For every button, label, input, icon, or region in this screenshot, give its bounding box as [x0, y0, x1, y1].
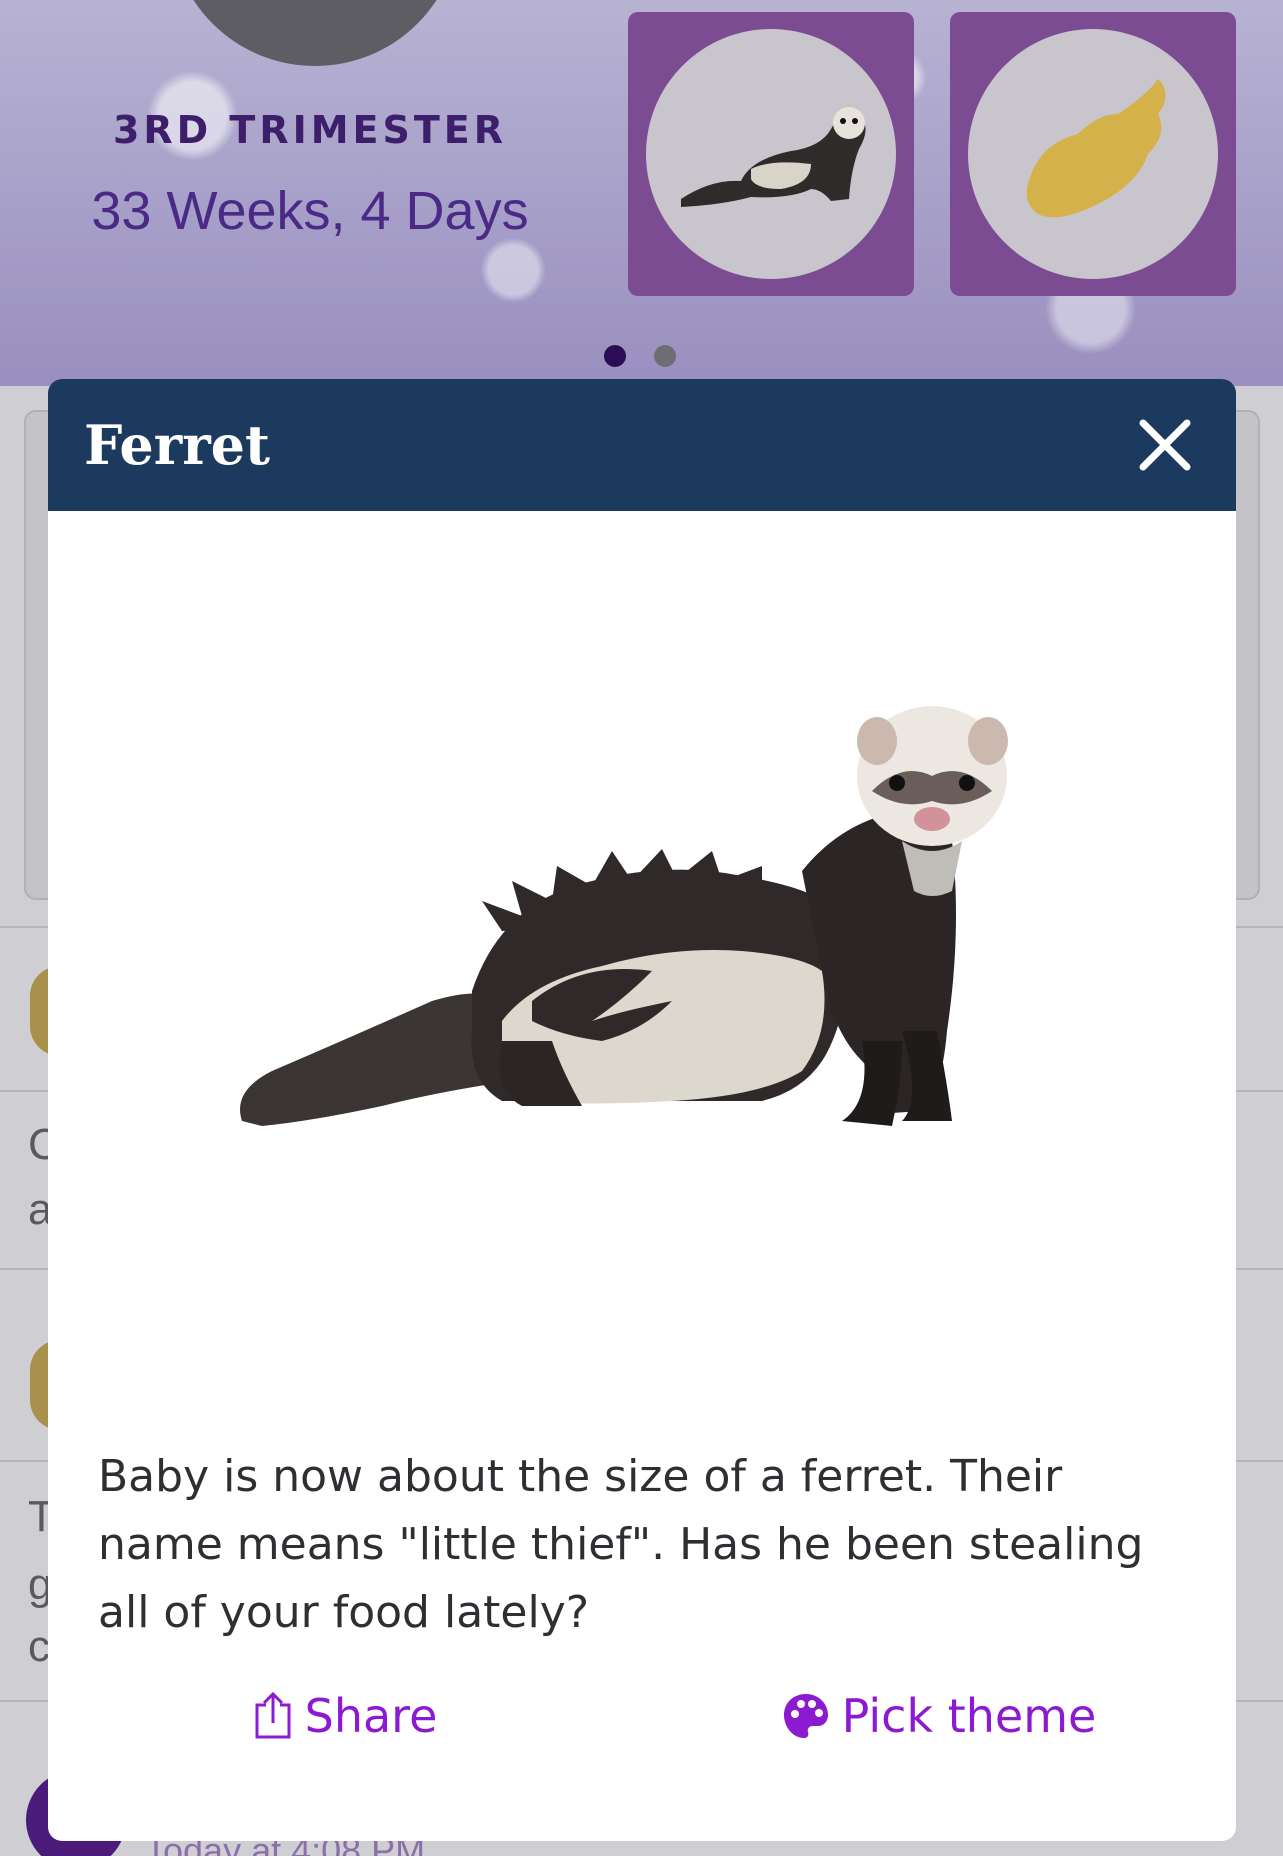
pick-theme-label: Pick theme [841, 1689, 1097, 1743]
theme-card-ferret[interactable] [628, 12, 914, 296]
pick-theme-button[interactable]: Pick theme [642, 1689, 1236, 1743]
carousel-dot[interactable] [654, 345, 676, 367]
background-text-fragment: c [28, 1622, 50, 1671]
ferret-icon [681, 107, 866, 207]
close-icon [1139, 419, 1191, 471]
carousel-indicator [604, 345, 676, 367]
carousel-dot-active[interactable] [604, 345, 626, 367]
fetus-icon [1026, 79, 1166, 218]
ferret-image [240, 706, 1008, 1126]
share-icon [255, 1691, 291, 1739]
share-button[interactable]: Share [48, 1689, 642, 1743]
trimester-label: 3RD TRIMESTER [112, 108, 508, 152]
ferret-illustration [48, 511, 1236, 1391]
modal-header: Ferret [48, 379, 1236, 511]
ferret-modal: Ferret Baby is now about the size of a f… [48, 379, 1236, 1841]
modal-title: Ferret [84, 413, 270, 477]
theme-card-fetus[interactable] [950, 12, 1236, 296]
ferret-description: Baby is now about the size of a ferret. … [98, 1451, 1144, 1638]
palette-icon [783, 1694, 828, 1738]
close-button[interactable] [1130, 410, 1200, 480]
share-label: Share [304, 1689, 438, 1743]
gestation-age: 33 Weeks, 4 Days [91, 181, 529, 241]
modal-actions: Share Pick theme [48, 1689, 1236, 1743]
